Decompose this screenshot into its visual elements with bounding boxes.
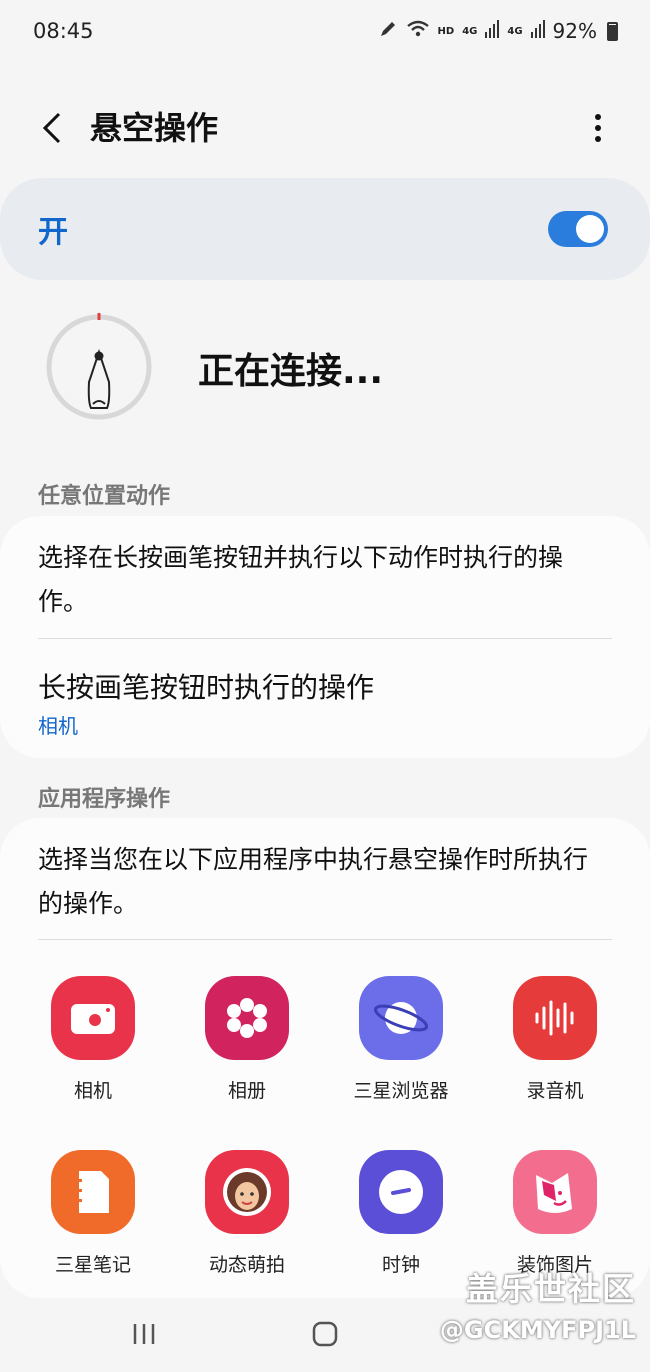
camera-icon: [51, 976, 135, 1060]
pen-up-icon: [513, 1150, 597, 1234]
page-title: 悬空操作: [90, 109, 219, 147]
more-options-button[interactable]: [576, 106, 620, 150]
notes-icon: [51, 1150, 135, 1234]
apps-card: 选择当您在以下应用程序中执行悬空操作时所执行的操作。 相机 相册 三星浏览器 录…: [0, 818, 650, 1298]
long-press-action-item[interactable]: 长按画笔按钮时执行的操作 相机: [0, 640, 650, 758]
back-button[interactable]: [30, 106, 74, 150]
app-label: 相机: [73, 1080, 112, 1102]
hd-label: HD: [437, 25, 455, 37]
app-camera[interactable]: 相机: [16, 976, 170, 1103]
app-voice-recorder[interactable]: 录音机: [478, 976, 632, 1103]
signal-bars-icon-2: [530, 19, 545, 43]
app-label: 相册: [227, 1080, 266, 1102]
app-bar: 悬空操作: [0, 92, 650, 164]
app-clock[interactable]: 时钟: [324, 1150, 478, 1277]
pen-status-icon: [378, 19, 398, 44]
app-browser[interactable]: 三星浏览器: [324, 976, 478, 1103]
app-label: 三星浏览器: [353, 1080, 449, 1102]
master-switch-row[interactable]: 开: [0, 178, 650, 280]
connection-status-text: 正在连接...: [198, 351, 384, 392]
anywhere-card: 选择在长按画笔按钮并执行以下动作时执行的操作。 长按画笔按钮时执行的操作 相机: [0, 516, 650, 758]
app-ar-emoji[interactable]: 动态萌拍: [170, 1150, 324, 1277]
clock-icon: [359, 1150, 443, 1234]
gallery-flower-icon: [205, 976, 289, 1060]
master-toggle[interactable]: [548, 211, 608, 247]
browser-planet-icon: [359, 976, 443, 1060]
apps-description: 选择当您在以下应用程序中执行悬空操作时所执行的操作。: [38, 845, 589, 918]
voice-wave-icon: [513, 976, 597, 1060]
anywhere-description: 选择在长按画笔按钮并执行以下动作时执行的操作。: [38, 543, 564, 616]
battery-percent: 92%: [552, 19, 597, 43]
app-pen-up[interactable]: 装饰图片: [478, 1150, 632, 1277]
divider: [38, 939, 612, 940]
app-gallery[interactable]: 相册: [170, 976, 324, 1103]
app-label: 动态萌拍: [208, 1254, 285, 1276]
back-arrow-icon: [42, 112, 61, 144]
more-vertical-icon: [595, 114, 601, 142]
signal-4g-label-2: 4G: [507, 25, 523, 37]
divider: [38, 638, 612, 639]
status-time: 08:45: [33, 19, 94, 43]
section-header-apps: 应用程序操作: [38, 787, 171, 812]
master-switch-label: 开: [38, 215, 68, 250]
ar-emoji-icon: [205, 1150, 289, 1234]
recents-button[interactable]: [114, 1314, 174, 1354]
status-icons: HD 4G 4G 92%: [378, 19, 618, 44]
recents-icon: [133, 1324, 155, 1344]
home-icon: [312, 1321, 338, 1347]
home-button[interactable]: [295, 1314, 355, 1354]
pen-connection-icon: [44, 312, 154, 422]
app-label: 三星笔记: [54, 1254, 131, 1276]
signal-bars-icon: [485, 19, 500, 43]
status-bar: 08:45 HD 4G 4G 92%: [0, 0, 650, 62]
long-press-action-value: 相机: [38, 714, 78, 738]
navigation-bar: [0, 1300, 650, 1372]
battery-icon: [607, 21, 618, 41]
app-label: 录音机: [526, 1080, 584, 1102]
app-notes[interactable]: 三星笔记: [16, 1150, 170, 1277]
app-label: 时钟: [381, 1254, 420, 1276]
section-header-anywhere: 任意位置动作: [38, 484, 171, 509]
toggle-knob: [576, 215, 604, 243]
wifi-icon: [406, 19, 430, 44]
signal-4g-label: 4G: [462, 25, 478, 37]
long-press-action-title: 长按画笔按钮时执行的操作: [38, 671, 375, 704]
